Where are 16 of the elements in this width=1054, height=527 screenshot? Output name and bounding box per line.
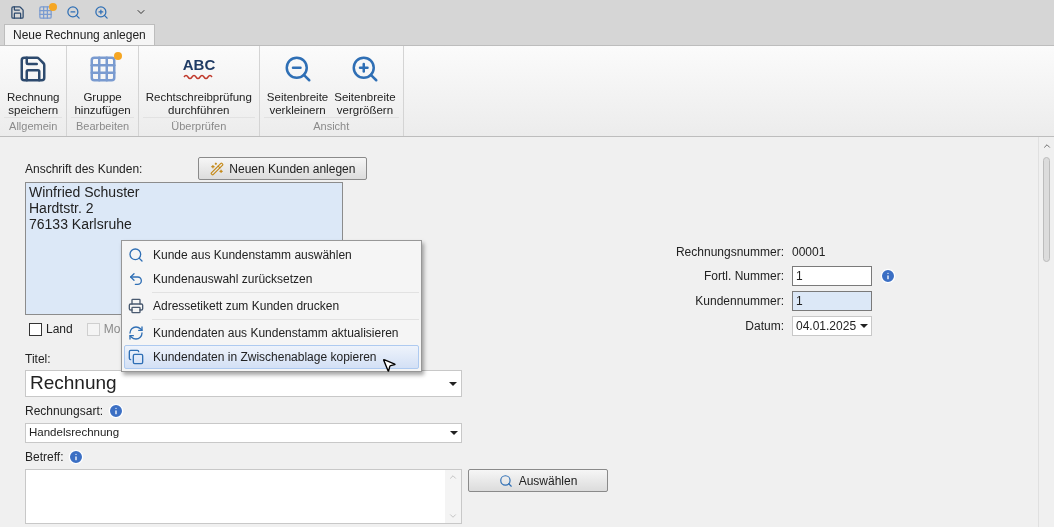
field-label: Betreff: xyxy=(25,449,64,466)
invoice-number: 00001 xyxy=(792,244,826,261)
checkbox-label: Land xyxy=(46,321,73,338)
ribbon-group-label: Bearbeiten xyxy=(71,117,134,137)
field-label: Rechnungsnummer: xyxy=(674,244,784,261)
ribbon-group-label: Überprüfen xyxy=(142,117,255,137)
field-label: Kundennummer: xyxy=(694,293,784,310)
field-label: Titel: xyxy=(25,351,51,368)
customer-number-field: 1 xyxy=(792,291,872,311)
checkbox-label: Mo xyxy=(103,321,121,338)
field-label: Rechnungsart: xyxy=(25,403,104,420)
ribbon-group-label: Allgemein xyxy=(4,117,63,137)
ribbon-group-label: Ansicht xyxy=(263,117,399,137)
field-label: Datum: xyxy=(744,318,784,335)
field-label: Fortl. Nummer: xyxy=(703,268,784,285)
field-label: Anschrift des Kunden: xyxy=(25,161,143,178)
